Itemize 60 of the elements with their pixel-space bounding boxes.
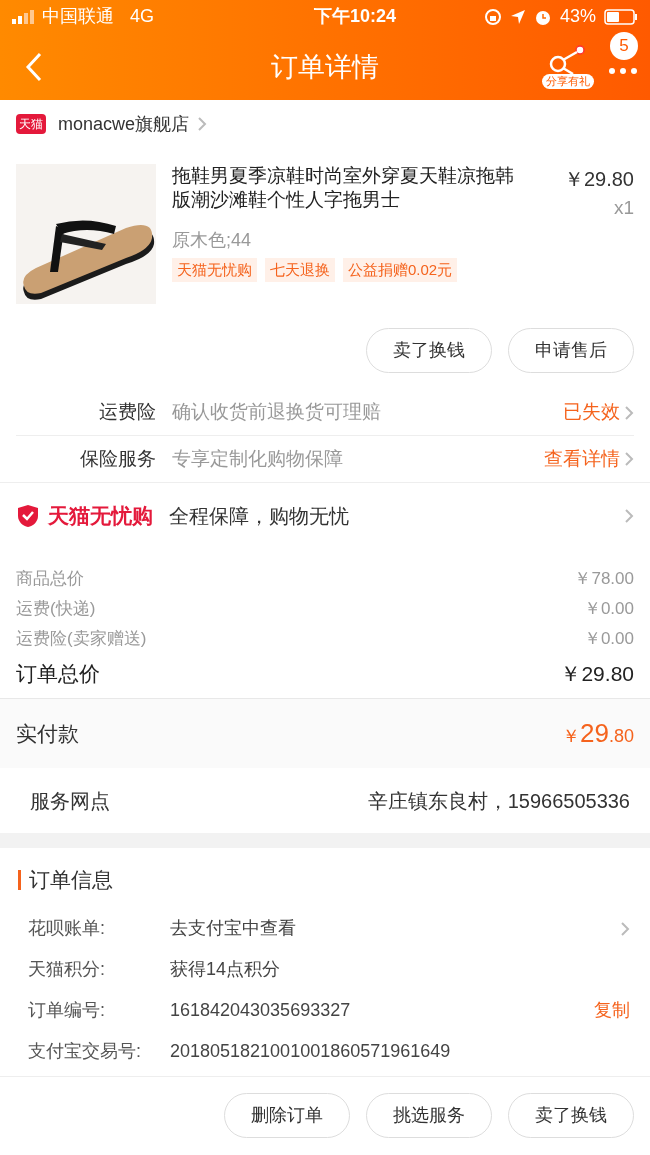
rotation-lock-icon: [483, 7, 502, 26]
share-icon: [548, 44, 588, 74]
info-label: 天猫积分:: [28, 958, 106, 981]
back-icon[interactable]: [24, 51, 44, 82]
total-label: 订单总价: [16, 661, 100, 688]
product-quantity: x1: [612, 196, 634, 220]
service-description: 专享定制化购物保障: [172, 446, 343, 471]
cost-label: 运费(快递): [16, 598, 96, 621]
battery-icon: [604, 8, 638, 25]
info-value: 获得14点积分: [170, 958, 281, 981]
service-label: 保险服务: [79, 446, 156, 471]
notification-badge: 5: [610, 32, 638, 60]
store-name[interactable]: monacwe旗舰店: [58, 110, 190, 138]
service-tag: 七天退换: [265, 257, 335, 282]
network-type: 4G: [130, 5, 154, 28]
cost-label: 商品总价: [16, 568, 84, 591]
action-button[interactable]: 挑选服务: [366, 1092, 492, 1138]
action-button[interactable]: 卖了换钱: [508, 1092, 634, 1138]
guarantee-brand: 天猫无忧购: [48, 502, 153, 529]
paid-amount: ￥29.80: [562, 717, 634, 750]
info-label: 花呗账单:: [28, 917, 106, 940]
section-marker: [18, 870, 21, 890]
action-button[interactable]: 卖了换钱: [366, 328, 492, 373]
product-price: ￥29.80: [563, 167, 634, 192]
cost-value: ￥0.00: [583, 598, 634, 621]
section-title: 订单信息: [29, 867, 113, 894]
chevron-right-icon: [624, 507, 634, 524]
shield-icon: [16, 503, 40, 528]
page-title: 订单详情: [271, 51, 379, 84]
product-sku: 原木色;44: [172, 228, 253, 252]
product-title[interactable]: 拖鞋男夏季凉鞋时尚室外穿夏天鞋凉拖韩版潮沙滩鞋个性人字拖男士: [172, 164, 514, 223]
status-time: 下午10:24: [314, 5, 397, 28]
store-badge: 天猫: [16, 114, 46, 134]
chevron-right-icon: [197, 116, 208, 132]
info-link[interactable]: 去支付宝中查看: [170, 915, 296, 942]
cost-value: ￥78.00: [574, 568, 634, 591]
info-value: 161842043035693327: [170, 999, 351, 1022]
info-value: 2018051821001001860571961649: [170, 1040, 451, 1063]
chevron-right-icon: [624, 404, 634, 421]
total-value: ￥29.80: [560, 661, 634, 688]
paid-label: 实付款: [16, 720, 79, 747]
guarantee-text: 全程保障，购物无忧: [169, 503, 349, 529]
cost-value: ￥0.00: [583, 628, 634, 651]
battery-percent: 43%: [559, 5, 596, 28]
service-label: 运费险: [98, 400, 156, 425]
action-button[interactable]: 删除订单: [224, 1092, 350, 1138]
info-label: 支付宝交易号:: [28, 1040, 142, 1063]
service-tag: 天猫无忧购: [172, 257, 257, 282]
info-label: 订单编号:: [28, 999, 106, 1022]
chevron-right-icon: [624, 451, 634, 467]
more-icon[interactable]: [608, 67, 638, 75]
service-point-value: 辛庄镇东良村，15966505336: [367, 788, 630, 814]
location-icon: [509, 8, 526, 25]
chevron-right-icon: [620, 920, 630, 937]
cost-label: 运费险(卖家赠送): [16, 628, 147, 651]
service-tag: 公益捐赠0.02元: [343, 257, 458, 282]
service-description: 确认收货前退换货可理赔: [172, 400, 381, 425]
action-button[interactable]: 申请售后: [508, 328, 634, 373]
carrier-name: 中国联通: [42, 5, 114, 28]
service-point-label: 服务网点: [30, 788, 110, 814]
